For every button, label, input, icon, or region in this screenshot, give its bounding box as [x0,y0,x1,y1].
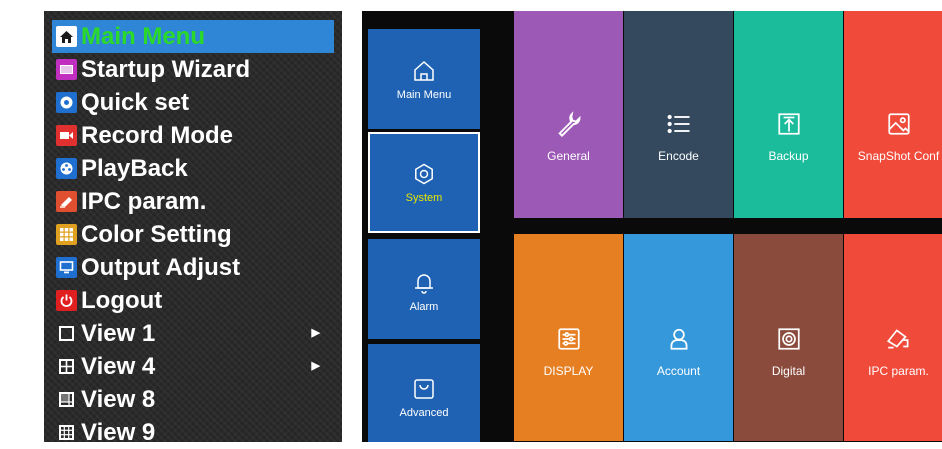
tile-label: General [547,149,590,163]
tile-label: DISPLAY [543,364,594,378]
nav-label: Alarm [409,301,439,313]
nav-label: Advanced [399,407,449,419]
view-4-icon [56,356,77,377]
image-icon [886,107,912,141]
menu-label: Startup Wizard [81,56,251,83]
record-icon [56,125,77,146]
tile-account[interactable]: Account [624,234,733,441]
ipc-camera-icon [885,322,913,356]
menu-label: Record Mode [81,122,234,149]
nav-label: System [405,192,443,204]
menu-label: IPC param. [81,188,207,215]
menu-item-quick-set[interactable]: Quick set [52,86,334,119]
menu-item-ipc-param[interactable]: IPC param. [52,185,334,218]
submenu-arrow-icon: ▶ [311,360,320,372]
menu-label: View 9 [81,419,156,446]
main-menu-panel: Main Menu System Alarm Advanced General … [362,11,942,442]
menu-label: View 4 [81,353,156,380]
wrench-icon [555,107,583,141]
gear-icon [412,162,436,186]
menu-item-view-9[interactable]: View 9 [52,416,334,449]
menu-item-main-menu[interactable]: Main Menu [52,20,334,53]
menu-item-color-setting[interactable]: Color Setting [52,218,334,251]
monitor-icon [56,257,77,278]
quick-set-icon [56,92,77,113]
menu-label: View 1 [81,320,156,347]
menu-item-playback[interactable]: PlayBack [52,152,334,185]
tile-label: Backup [768,149,809,163]
home-icon [56,26,77,47]
menu-item-view-8[interactable]: View 8 [52,383,334,416]
menu-item-view-4[interactable]: View 4 ▶ [52,350,334,383]
tile-label: Digital [771,364,806,378]
menu-label: Main Menu [81,23,205,50]
menu-item-logout[interactable]: Logout [52,284,334,317]
playback-icon [56,158,77,179]
menu-item-output-adjust[interactable]: Output Adjust [52,251,334,284]
wizard-icon [56,59,77,80]
menu-label: Color Setting [81,221,232,248]
ipc-camera-icon [56,191,77,212]
tile-digital[interactable]: Digital [734,234,843,441]
bell-icon [412,271,436,295]
menu-item-startup-wizard[interactable]: Startup Wizard [52,53,334,86]
tile-ipc-param[interactable]: IPC param. [844,234,942,441]
tile-backup[interactable]: Backup [734,11,843,218]
menu-label: View 8 [81,386,156,413]
list-icon [665,107,693,141]
upload-icon [776,107,802,141]
menu-item-record-mode[interactable]: Record Mode [52,119,334,152]
tile-general[interactable]: General [514,11,623,218]
tile-label: Encode [658,149,699,163]
sliders-icon [556,322,582,356]
tile-display[interactable]: DISPLAY [514,234,623,441]
nav-label: Main Menu [396,89,452,101]
color-grid-icon [56,224,77,245]
menu-label: Logout [81,287,163,314]
tile-label: SnapShot Conf [857,149,940,163]
nav-alarm[interactable]: Alarm [368,239,480,339]
power-icon [56,290,77,311]
view-1-icon [56,323,77,344]
digital-icon [776,322,802,356]
user-icon [666,322,692,356]
context-menu: Main Menu Startup Wizard Quick set Recor… [44,11,342,446]
view-8-icon [56,389,77,410]
nav-advanced[interactable]: Advanced [368,344,480,442]
tile-encode[interactable]: Encode [624,11,733,218]
tile-label: IPC param. [868,364,929,378]
menu-item-view-1[interactable]: View 1 ▶ [52,317,334,350]
home-icon [412,59,436,83]
tile-label: Account [656,364,701,378]
submenu-arrow-icon: ▶ [311,327,320,339]
view-9-icon [56,422,77,443]
tile-snapshot-conf[interactable]: SnapShot Conf [844,11,942,218]
nav-system[interactable]: System [368,132,480,233]
menu-label: Output Adjust [81,254,241,281]
menu-label: Quick set [81,89,190,116]
nav-main-menu[interactable]: Main Menu [368,29,480,129]
menu-label: PlayBack [81,155,188,182]
bag-icon [412,377,436,401]
